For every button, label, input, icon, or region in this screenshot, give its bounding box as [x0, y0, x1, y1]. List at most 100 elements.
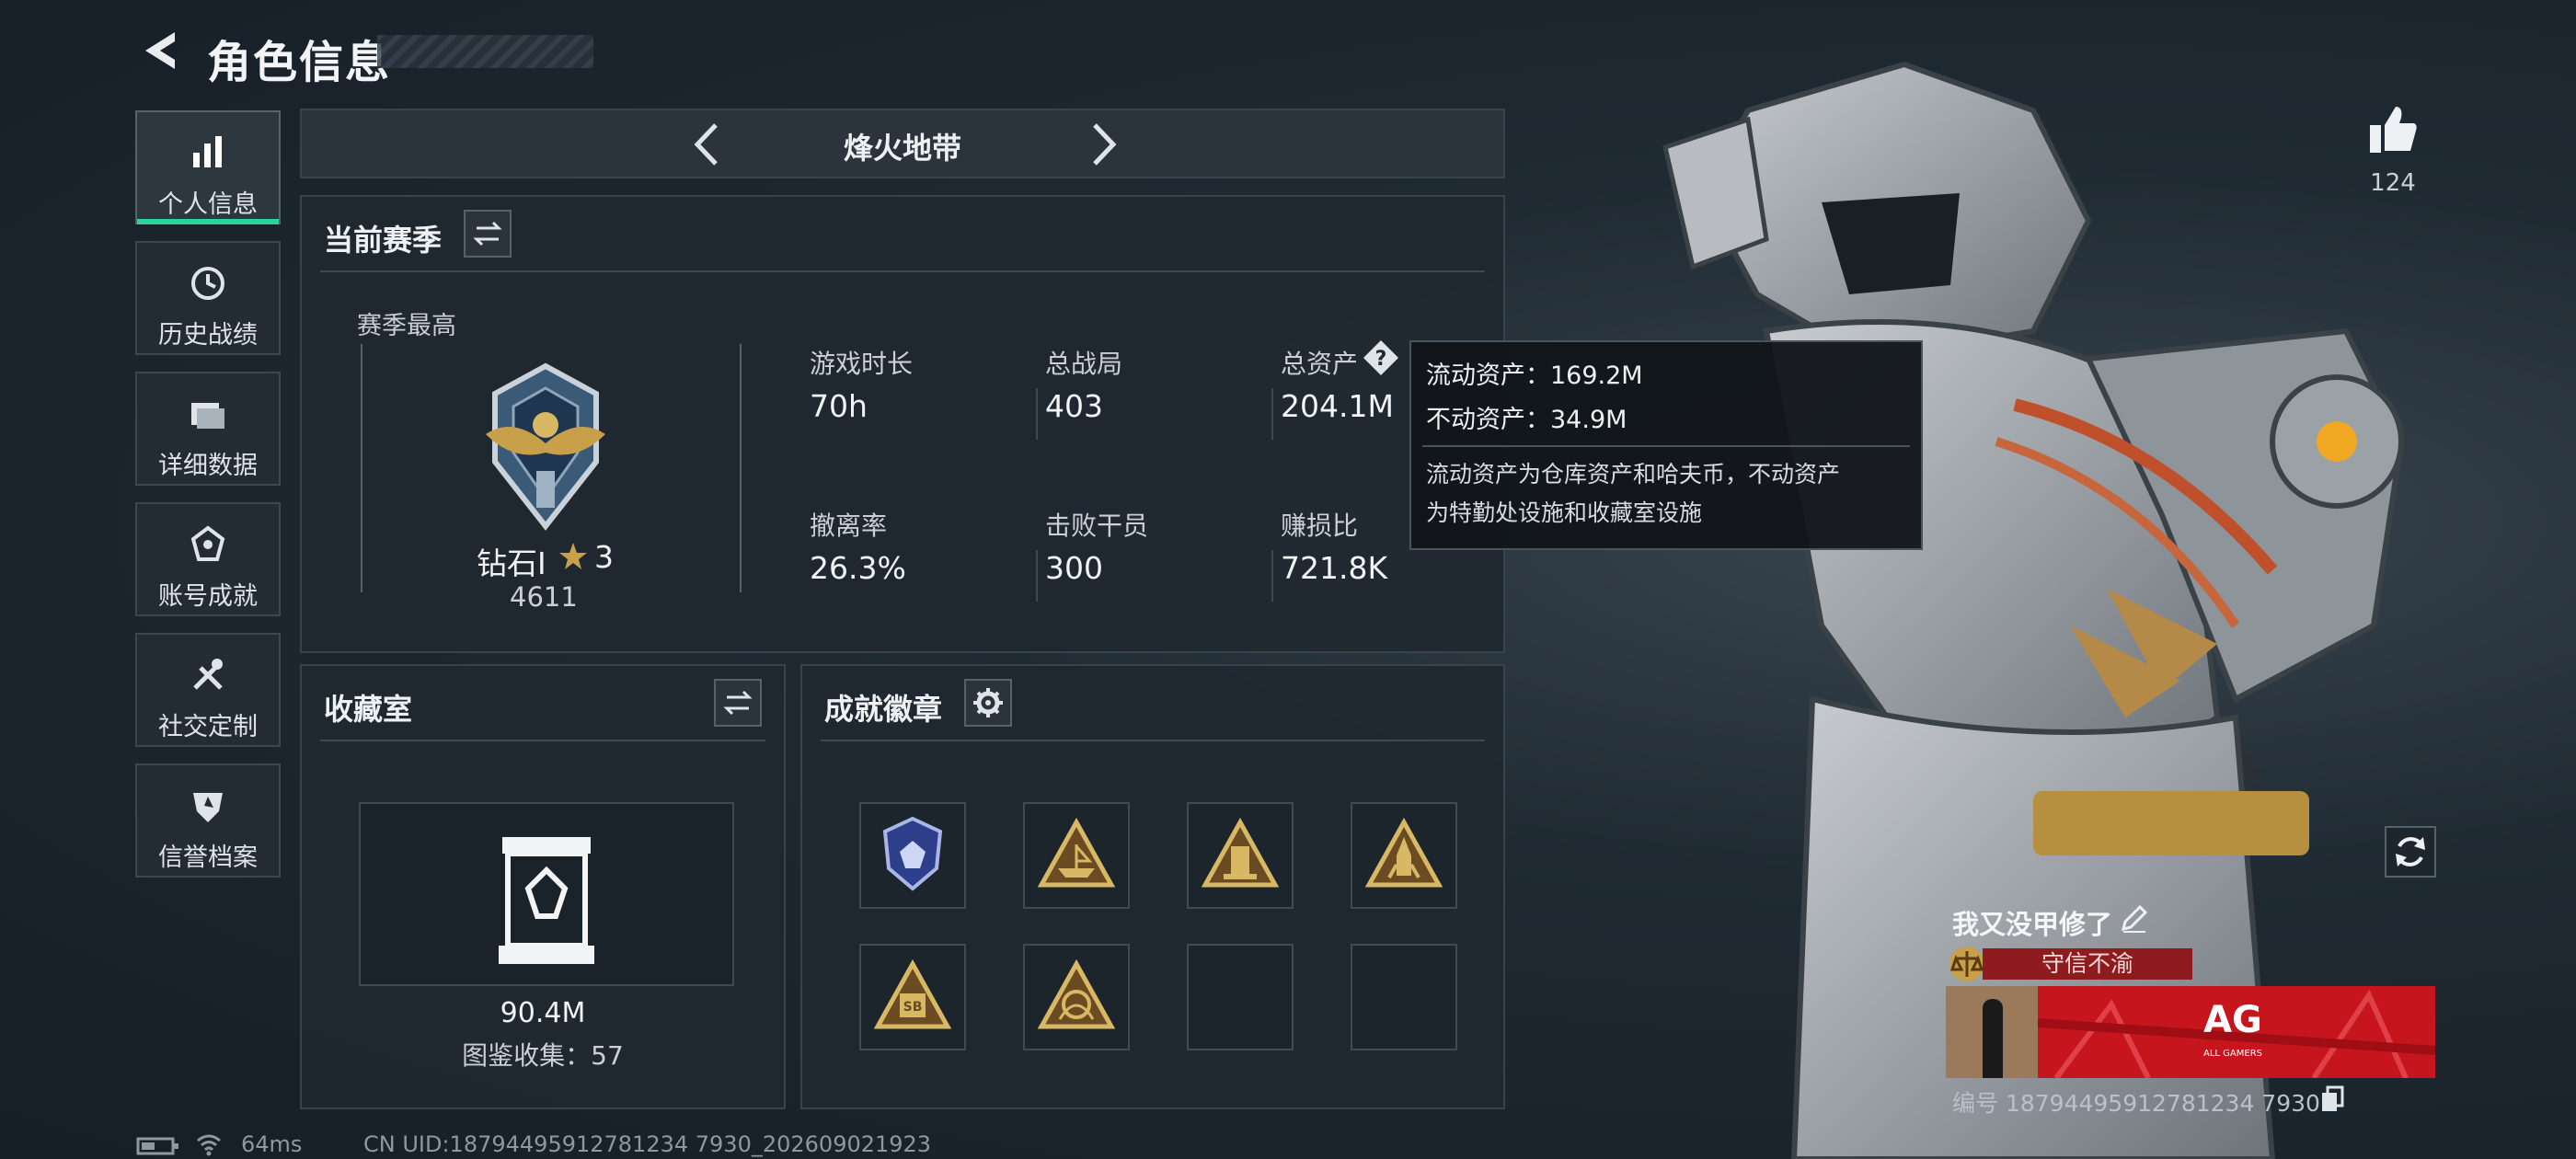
stat-label-total-assets: 总资产 — [1281, 349, 1359, 379]
likes-count: 124 — [2370, 169, 2416, 197]
svg-text:SB: SB — [903, 1000, 923, 1015]
help-icon[interactable]: ? — [1362, 339, 1400, 377]
sidebar-item-details[interactable]: 详细数据 — [135, 372, 281, 486]
collection-value: 90.4M — [500, 997, 586, 1029]
badges-settings-button[interactable] — [964, 679, 1012, 727]
badge-slot[interactable]: SB — [859, 944, 966, 1050]
ship-badge-icon — [1037, 817, 1116, 888]
divider — [821, 740, 1485, 741]
title-decoration — [377, 35, 593, 68]
divider — [320, 270, 1485, 272]
stat-label-playtime: 游戏时长 — [810, 349, 914, 379]
stat-value-profit-ratio: 721.8K — [1281, 550, 1388, 586]
gear-icon — [973, 688, 1003, 717]
ag-logo: AG — [2203, 999, 2262, 1041]
achievement-icon — [190, 525, 225, 561]
sidebar-item-label: 历史战绩 — [158, 321, 258, 350]
collection-switch-button[interactable] — [714, 679, 762, 727]
stat-label-profit-ratio: 赚损比 — [1281, 511, 1359, 541]
svg-text:?: ? — [1375, 348, 1387, 371]
bar-chart-icon — [193, 136, 222, 167]
divider — [1036, 388, 1038, 440]
badge-slot-empty[interactable] — [1351, 944, 1457, 1050]
divider — [1271, 388, 1273, 440]
swap-icon — [723, 690, 753, 716]
stat-value-total-assets: 204.1M — [1281, 388, 1394, 424]
rank-points: 4611 — [510, 581, 578, 613]
badge-slot[interactable] — [1023, 944, 1130, 1050]
badge-slot[interactable] — [859, 802, 966, 909]
swap-icon — [473, 221, 502, 247]
badge-slot[interactable] — [1187, 802, 1294, 909]
player-title-tag: 守信不渝 — [1983, 948, 2192, 980]
stat-value-kills: 300 — [1045, 550, 1103, 586]
divider — [320, 740, 765, 741]
tooltip-fixed-assets: 不动资产：34.9M — [1426, 406, 1627, 434]
player-name: 我又没甲修了 — [1952, 909, 2113, 940]
uid-text: CN UID:18794495912781234 7930_2026090219… — [363, 1131, 932, 1157]
battery-icon — [136, 1137, 178, 1155]
mode-selector: 烽火地带 — [300, 109, 1505, 178]
season-title: 当前赛季 — [324, 223, 443, 258]
sidebar-item-credit[interactable]: 信誉档案 — [135, 763, 281, 878]
badges-panel: 成就徽章 SB — [800, 664, 1505, 1109]
stat-value-matches: 403 — [1045, 388, 1103, 424]
season-switch-button[interactable] — [464, 210, 512, 258]
rank-name: 钻石I — [477, 545, 546, 581]
tooltip-description-line1: 流动资产为仓库资产和哈夫币，不动资产 — [1426, 461, 1841, 488]
thumbs-up-icon[interactable] — [2366, 103, 2420, 156]
collection-display[interactable] — [359, 802, 734, 986]
star-icon — [559, 543, 587, 569]
copy-icon[interactable] — [2320, 1085, 2344, 1113]
scales-emblem-icon — [1949, 947, 1984, 981]
sidebar-item-label: 详细数据 — [158, 452, 258, 480]
back-arrow-icon[interactable] — [138, 28, 184, 74]
history-icon — [191, 267, 224, 300]
rank-stars: 3 — [594, 539, 614, 575]
badge-slot[interactable] — [1351, 802, 1457, 909]
display-case-icon — [499, 837, 594, 964]
refresh-icon — [2396, 837, 2425, 866]
diamond-rank-emblem-icon — [486, 362, 605, 531]
divider — [1036, 550, 1038, 602]
badge-slot[interactable] — [1023, 802, 1130, 909]
edit-pencil-icon[interactable] — [2118, 903, 2149, 935]
emblem-badge-icon — [1037, 958, 1116, 1029]
assets-tooltip: 流动资产：169.2M 不动资产：34.9M 流动资产为仓库资产和哈夫币，不动资… — [1409, 340, 1923, 550]
badges-title: 成就徽章 — [824, 692, 943, 727]
blue-shield-badge-icon — [882, 816, 943, 891]
collection-count: 图鉴收集：57 — [462, 1040, 624, 1071]
stat-label-matches: 总战局 — [1045, 349, 1123, 379]
tooltip-description-line2: 为特勤处设施和收藏室设施 — [1426, 499, 1703, 526]
collection-title: 收藏室 — [324, 692, 413, 727]
sidebar-item-label: 信誉档案 — [158, 843, 258, 872]
divider — [1271, 550, 1273, 602]
mode-title: 烽火地带 — [843, 131, 961, 166]
stat-label-extract-rate: 撤离率 — [810, 511, 888, 541]
season-panel: 当前赛季 赛季最高 钻石I 3 4611 游戏时长 70h 总战局 403 总资… — [300, 195, 1505, 653]
next-mode-arrow-icon[interactable] — [1086, 121, 1122, 167]
rotate-button[interactable] — [2385, 826, 2436, 878]
sidebar-item-social[interactable]: 社交定制 — [135, 633, 281, 747]
ag-logo-subtitle: ALL GAMERS — [2203, 1049, 2262, 1059]
sidebar-item-history[interactable]: 历史战绩 — [135, 241, 281, 355]
stat-label-kills: 击败干员 — [1045, 511, 1149, 541]
stat-value-playtime: 70h — [810, 388, 868, 424]
folder-icon — [191, 403, 224, 429]
ping-text: 64ms — [241, 1131, 303, 1157]
collection-panel: 收藏室 90.4M 图鉴收集：57 — [300, 664, 786, 1109]
sidebar-item-personal-info[interactable]: 个人信息 — [135, 110, 281, 224]
tower-badge-icon — [1201, 817, 1280, 888]
tooltip-liquid-assets: 流动资产：169.2M — [1426, 361, 1643, 390]
sidebar-item-achievements[interactable]: 账号成就 — [135, 502, 281, 616]
sidebar-item-label: 账号成就 — [158, 582, 258, 611]
stat-value-extract-rate: 26.3% — [810, 550, 906, 586]
player-id: 编号 18794495912781234 7930 — [1952, 1090, 2320, 1117]
page-title: 角色信息 — [207, 37, 392, 88]
rocket-badge-icon — [1364, 817, 1443, 888]
sb-badge-icon: SB — [873, 958, 952, 1029]
badge-slot-empty[interactable] — [1187, 944, 1294, 1050]
player-banner: AG ALL GAMERS — [1946, 986, 2435, 1078]
tools-icon — [193, 659, 223, 690]
banner-portrait — [1946, 986, 2038, 1078]
